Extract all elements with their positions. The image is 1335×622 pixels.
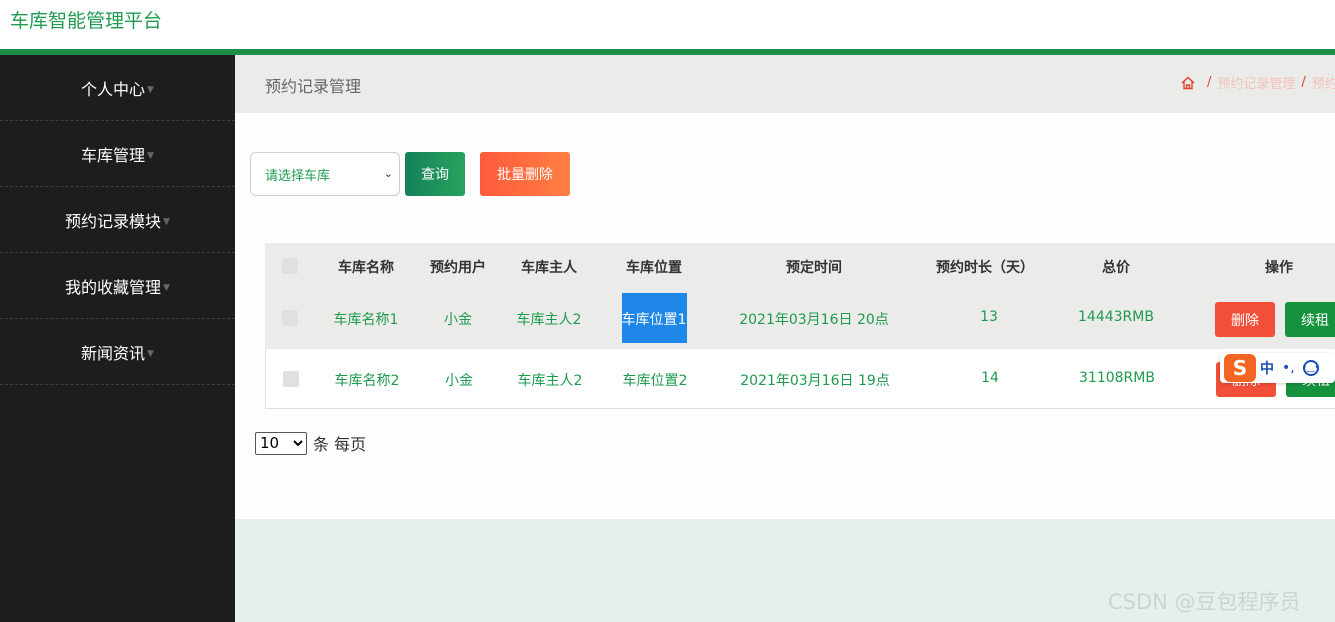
main-area: 预约记录管理 / 预约记录管理 / 预约 请选择车库 ⌄ 查询 批量删除 车库名…	[235, 55, 1335, 622]
cell-time: 2021年03月16日 19点	[740, 373, 890, 389]
column-header: 总价	[1102, 260, 1130, 276]
cell-owner: 车库主人2	[516, 312, 582, 328]
renew-button[interactable]: 续租	[1285, 302, 1335, 337]
query-button[interactable]: 查询	[405, 152, 465, 196]
garage-select[interactable]: 请选择车库 ⌄	[250, 152, 400, 196]
caret-down-icon: ▼	[147, 84, 154, 95]
home-icon[interactable]	[1181, 76, 1195, 90]
breadcrumb-separator: /	[1301, 75, 1306, 90]
sidebar-item-favorites[interactable]: 我的收藏管理 ▼	[0, 253, 235, 319]
breadcrumb-link-current[interactable]: 预约	[1312, 73, 1335, 92]
content-panel: 请选择车库 ⌄ 查询 批量删除 车库名称 预约用户 车库主人 车库位置 预定时间…	[235, 113, 1335, 519]
breadcrumb: / 预约记录管理 / 预约	[1181, 73, 1335, 92]
column-header: 预约用户	[430, 260, 486, 276]
ime-punctuation[interactable]: •,	[1282, 360, 1295, 376]
cell-price: 31108RMB	[1079, 370, 1155, 386]
column-header: 操作	[1265, 260, 1293, 276]
sidebar-item-label: 个人中心	[81, 79, 146, 99]
page-title: 预约记录管理	[265, 77, 362, 96]
row-checkbox[interactable]	[283, 371, 299, 387]
cell-location: 车库位置1	[621, 312, 687, 328]
caret-down-icon: ▼	[147, 348, 154, 359]
row-checkbox[interactable]	[282, 310, 298, 326]
cell-time: 2021年03月16日 20点	[739, 312, 889, 328]
delete-button[interactable]: 删除	[1215, 302, 1275, 337]
caret-down-icon: ▼	[163, 216, 170, 227]
cell-owner: 车库主人2	[517, 373, 583, 389]
cell-location: 车库位置2	[622, 373, 688, 389]
breadcrumb-link-reservations[interactable]: 预约记录管理	[1217, 73, 1295, 92]
column-header: 车库名称	[338, 260, 394, 276]
sidebar-item-label: 预约记录模块	[65, 211, 162, 231]
cell-garage-name: 车库名称1	[333, 312, 399, 328]
sidebar-item-label: 我的收藏管理	[65, 277, 162, 297]
sidebar-item-personal-center[interactable]: 个人中心 ▼	[0, 55, 235, 121]
cell-user: 小金	[445, 373, 473, 389]
ime-mode[interactable]: 中	[1260, 358, 1274, 378]
top-bar: 车库智能管理平台	[0, 0, 1335, 50]
select-all-checkbox[interactable]	[282, 258, 298, 274]
sidebar-item-garage-management[interactable]: 车库管理 ▼	[0, 121, 235, 187]
column-header: 车库位置	[626, 260, 682, 276]
cell-garage-name: 车库名称2	[334, 373, 400, 389]
watermark: CSDN @豆包程序员	[1108, 590, 1301, 614]
chevron-down-icon: ⌄	[383, 167, 393, 180]
column-header: 预约时长（天）	[936, 260, 1034, 276]
app-title: 车库智能管理平台	[10, 10, 163, 32]
page-size-suffix: 条 每页	[313, 435, 367, 454]
cell-user: 小金	[444, 312, 472, 328]
column-header: 预定时间	[786, 260, 842, 276]
cell-price: 14443RMB	[1078, 309, 1154, 325]
garage-select-value: 请选择车库	[265, 168, 331, 184]
page-size-control: 10 条 每页	[255, 431, 366, 455]
sidebar: 个人中心 ▼ 车库管理 ▼ 预约记录模块 ▼ 我的收藏管理 ▼ 新闻资讯 ▼	[0, 55, 235, 622]
column-header: 车库主人	[521, 260, 577, 276]
cell-days: 13	[980, 309, 998, 325]
ime-toolbar[interactable]: S 中 •, •‿•	[1220, 353, 1335, 383]
sidebar-item-news[interactable]: 新闻资讯 ▼	[0, 319, 235, 385]
sidebar-item-label: 车库管理	[81, 145, 146, 165]
batch-delete-button[interactable]: 批量删除	[480, 152, 570, 196]
smiley-icon[interactable]: •‿•	[1302, 360, 1320, 376]
cell-days: 14	[981, 370, 999, 386]
reservations-table: 车库名称 预约用户 车库主人 车库位置 预定时间 预约时长（天） 总价 操作 车…	[265, 243, 1335, 409]
page-header: 预约记录管理 / 预约记录管理 / 预约	[235, 55, 1335, 113]
page-size-select[interactable]: 10	[255, 431, 307, 455]
table-row: 车库名称2 小金 车库主人2 车库位置2 2021年03月16日 19点 14 …	[265, 349, 1335, 409]
sogou-logo-icon: S	[1224, 354, 1256, 382]
sidebar-item-label: 新闻资讯	[81, 343, 146, 363]
table-header-and-first-row: 车库名称 预约用户 车库主人 车库位置 预定时间 预约时长（天） 总价 操作 车…	[265, 243, 1335, 349]
caret-down-icon: ▼	[163, 282, 170, 293]
sidebar-item-reservations[interactable]: 预约记录模块 ▼	[0, 187, 235, 253]
breadcrumb-separator: /	[1207, 75, 1212, 90]
caret-down-icon: ▼	[147, 150, 154, 161]
